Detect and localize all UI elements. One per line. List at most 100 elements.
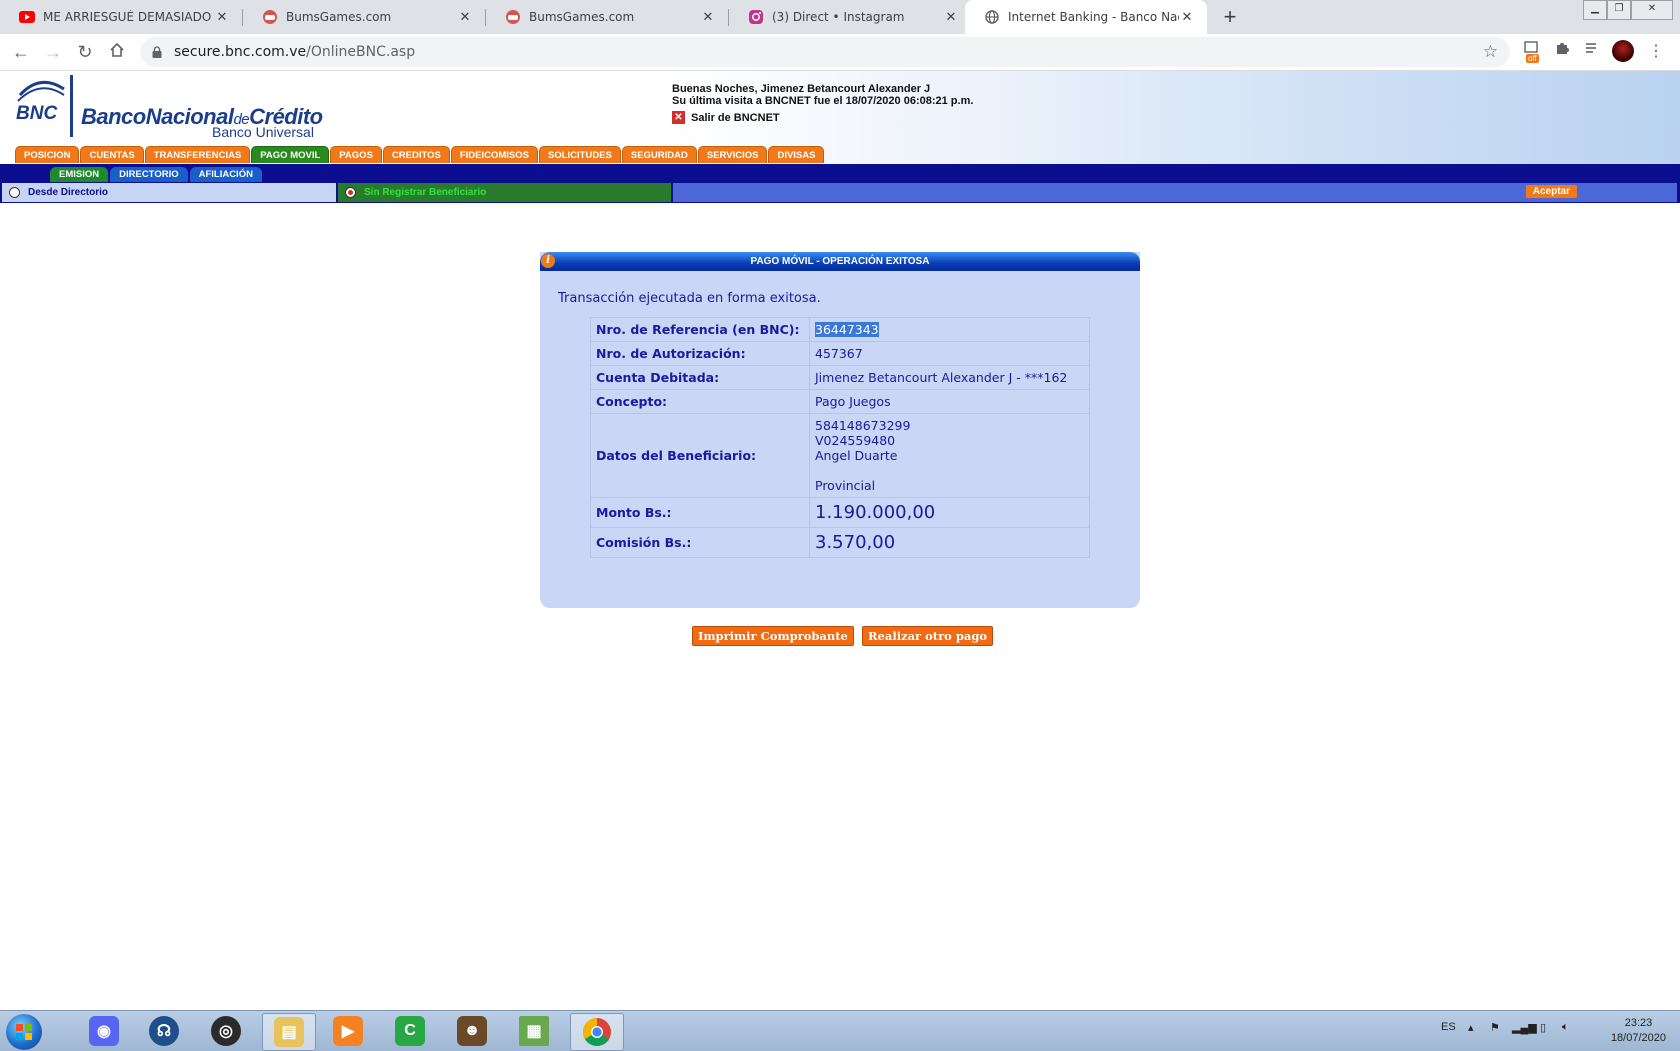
media-queue-icon[interactable] [1580,40,1604,64]
menu-kebab-icon[interactable]: ⋮ [1644,40,1668,64]
menu-pago-movil[interactable]: PAGO MOVIL [251,146,330,163]
menu-divisas[interactable]: DIVISAS [768,146,825,163]
option-desde-directorio[interactable]: Desde Directorio [2,183,336,202]
table-row: Nro. de Autorización: 457367 [590,341,1090,366]
tab-bumsgames-2[interactable]: BumsGames.com ✕ [486,0,728,34]
teamspeak-icon[interactable]: ☊ [138,1013,190,1049]
language-indicator[interactable]: ES [1441,1021,1456,1033]
table-row: Nro. de Referencia (en BNC): 36447343 [590,317,1090,342]
logo-divider [70,75,73,137]
new-tab-button[interactable]: + [1216,4,1244,32]
menu-transferencias[interactable]: TRANSFERENCIAS [144,146,251,163]
menu-fideicomisos[interactable]: FIDEICOMISOS [450,146,538,163]
authorization-label: Nro. de Autorización: [590,341,810,366]
home-icon[interactable] [105,40,129,64]
camtasia-icon[interactable]: C [384,1013,436,1049]
menu-pagos[interactable]: PAGOS [330,146,382,163]
logout-link[interactable]: ✕ Salir de BNCNET [672,111,780,124]
extension-icon[interactable]: off [1520,40,1544,64]
aceptar-button[interactable]: Aceptar [1525,185,1577,198]
concept-label: Concepto: [590,389,810,414]
network-icon[interactable]: ▂▄▆ [1512,1021,1537,1034]
close-icon[interactable]: ✕ [943,9,959,25]
radio-button[interactable] [9,187,20,198]
close-icon[interactable]: ✕ [700,9,716,25]
beneficiary-id: V024559480 [815,433,896,448]
beneficiary-name: Angel Duarte [815,448,898,463]
tab-bumsgames-1[interactable]: BumsGames.com ✕ [243,0,485,34]
submenu-emision[interactable]: EMISION [50,167,109,182]
table-row: Comisión Bs.: 3.570,00 [590,527,1090,558]
success-message: Transacción ejecutada en forma exitosa. [558,291,821,306]
menu-creditos[interactable]: CREDITOS [382,146,450,163]
avatar[interactable] [1612,40,1636,64]
menu-seguridad[interactable]: SEGURIDAD [621,146,697,163]
taskbar: ◉ ☊ ◎ ▤ ▶ C ☻ ▦ ES ▴ ⚑ ▂▄▆ ▯ 🔈︎ 23:23 18… [0,1010,1680,1051]
table-row: Cuenta Debitada: Jimenez Betancourt Alex… [590,365,1090,390]
account-value: Jimenez Betancourt Alexander J - ***162 [809,365,1090,390]
volume-icon[interactable]: 🔈︎ [1562,1021,1569,1034]
fee-value: 3.570,00 [809,527,1090,558]
close-icon[interactable]: ✕ [457,9,473,25]
radio-button-selected[interactable] [345,187,356,198]
back-arrow-icon[interactable]: ← [9,40,33,64]
reload-icon[interactable]: ↻ [73,40,97,64]
bnc-logo-icon[interactable]: BNC [14,75,65,125]
menu-solicitudes[interactable]: SOLICITUDES [538,146,621,163]
flag-icon[interactable]: ⚑ [1490,1021,1500,1034]
print-receipt-button[interactable]: Imprimir Comprobante [692,626,854,646]
restore-button[interactable]: ❐ [1607,0,1631,20]
amount-value: 1.190.000,00 [809,497,1090,528]
tab-youtube[interactable]: ME ARRIESGUÉ DEMASIADO YENDO ✕ [0,0,242,34]
minimize-button[interactable]: ▁ [1583,0,1607,20]
authorization-value: 457367 [809,341,1090,366]
tab-title: BumsGames.com [286,10,392,24]
menu-posicion[interactable]: POSICION [15,146,80,163]
browser-toolbar: ← → ↻ secure.bnc.com.ve/OnlineBNC.asp ☆ … [0,34,1680,71]
extension-badge: off [1526,54,1539,63]
tab-title: Internet Banking - Banco Nacional [1008,10,1179,24]
receipt-table: Nro. de Referencia (en BNC): 36447343 Nr… [590,317,1090,558]
bookmark-star-icon[interactable]: ☆ [1483,42,1498,62]
option-sin-registrar[interactable]: Sin Registrar Beneficiario [338,183,671,202]
reference-value: 36447343 [809,317,1090,342]
beneficiary-value: 584148673299 V024559480 Angel Duarte Pro… [809,413,1090,498]
battery-icon[interactable]: ▯ [1540,1021,1546,1034]
account-label: Cuenta Debitada: [590,365,810,390]
table-row: Concepto: Pago Juegos [590,389,1090,414]
discord-icon[interactable]: ◉ [78,1013,130,1049]
tab-instagram[interactable]: (3) Direct • Instagram ✕ [729,0,971,34]
file-explorer-icon[interactable]: ▤ [262,1013,316,1051]
game-icon[interactable]: ☻ [446,1013,498,1049]
close-icon[interactable]: ✕ [214,9,230,25]
fee-label: Comisión Bs.: [590,527,810,558]
clock[interactable]: 23:23 18/07/2020 [1611,1016,1666,1046]
window-close-button[interactable]: ✕ [1631,0,1673,20]
another-payment-button[interactable]: Realizar otro pago [862,626,994,646]
menu-cuentas[interactable]: CUENTAS [80,146,144,163]
puzzle-icon[interactable] [1550,40,1574,64]
bumsgames-icon [505,9,521,25]
beneficiary-label: Datos del Beneficiario: [590,413,810,498]
amount-label: Monto Bs.: [590,497,810,528]
close-icon[interactable]: ✕ [1179,9,1195,25]
instagram-icon [748,9,764,25]
minecraft-icon[interactable]: ▦ [508,1013,560,1049]
menu-servicios[interactable]: SERVICIOS [697,146,768,163]
submenu-directorio[interactable]: DIRECTORIO [110,167,188,182]
result-panel: Transacción ejecutada en forma exitosa. … [540,252,1140,608]
start-button[interactable] [6,1014,42,1050]
obs-icon[interactable]: ◎ [200,1013,252,1049]
windows-logo-icon [16,1024,32,1040]
tray-arrow-icon[interactable]: ▴ [1468,1021,1474,1034]
bumsgames-icon [262,9,278,25]
forward-arrow-icon[interactable]: → [41,40,65,64]
submenu-afiliacion[interactable]: AFILIACIÓN [189,167,262,182]
media-player-icon[interactable]: ▶ [322,1013,374,1049]
youtube-icon [19,9,35,25]
chrome-icon[interactable] [570,1013,624,1051]
address-bar[interactable]: secure.bnc.com.ve/OnlineBNC.asp ☆ [140,37,1510,67]
logo-mark-text: BNC [16,103,57,124]
tab-title: BumsGames.com [529,10,635,24]
tab-bnc-banking[interactable]: Internet Banking - Banco Nacional ✕ [965,0,1207,34]
